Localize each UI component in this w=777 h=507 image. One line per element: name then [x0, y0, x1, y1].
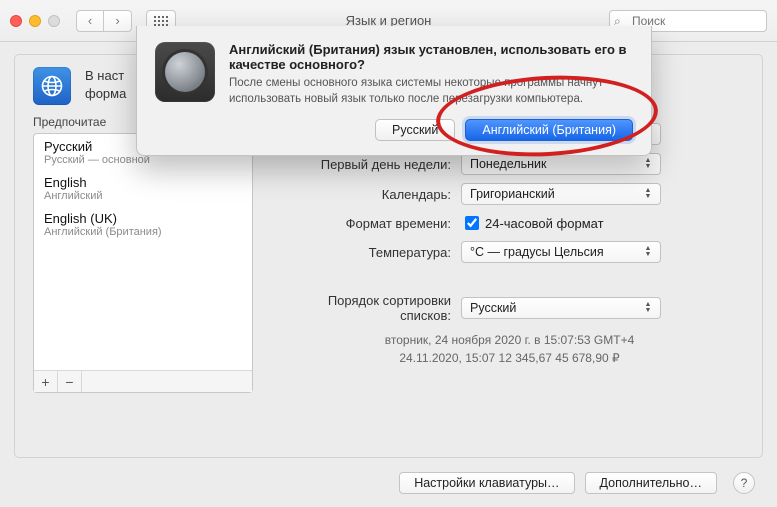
firstday-value: Понедельник [470, 157, 547, 171]
chevron-updown-icon: ▲▼ [640, 154, 656, 174]
left-column: Предпочитае Русский Русский — основной E… [33, 115, 253, 393]
intro-line2-visible: форма [85, 86, 126, 101]
dialog-primary-button[interactable]: Английский (Британия) [465, 119, 633, 141]
language-name: English (UK) [44, 211, 242, 226]
language-list-footer: + − [34, 370, 252, 392]
sample-line1: вторник, 24 ноября 2020 г. в 15:07:53 GM… [275, 331, 744, 349]
calendar-value: Григорианский [470, 187, 555, 201]
temperature-row: Температура: °C — градусы Цельсия ▲▼ [275, 241, 744, 263]
temperature-label: Температура: [275, 245, 461, 260]
chevron-updown-icon: ▲▼ [640, 242, 656, 262]
columns: Предпочитае Русский Русский — основной E… [33, 115, 744, 393]
sortorder-select[interactable]: Русский ▲▼ [461, 297, 661, 319]
chevron-updown-icon: ▲▼ [640, 184, 656, 204]
remove-language-button[interactable]: − [58, 371, 82, 392]
format-sample: вторник, 24 ноября 2020 г. в 15:07:53 GM… [275, 331, 744, 367]
close-window-button[interactable] [10, 15, 22, 27]
timeformat-checkbox[interactable] [465, 216, 479, 230]
calendar-select[interactable]: Григорианский ▲▼ [461, 183, 661, 205]
language-name: English [44, 175, 242, 190]
dialog-text: Английский (Британия) язык установлен, и… [229, 42, 633, 141]
temperature-select[interactable]: °C — градусы Цельсия ▲▼ [461, 241, 661, 263]
globe-icon [33, 67, 71, 105]
help-button[interactable]: ? [733, 472, 755, 494]
firstday-label: Первый день недели: [275, 157, 461, 172]
chevron-updown-icon: ▲▼ [640, 298, 656, 318]
timeformat-value: 24-часовой формат [485, 216, 604, 231]
keyboard-settings-button[interactable]: Настройки клавиатуры… [399, 472, 574, 494]
language-sub: Английский (Британия) [44, 226, 242, 238]
timeformat-row: Формат времени: 24-часовой формат [275, 213, 744, 233]
minimize-window-button[interactable] [29, 15, 41, 27]
language-listbox: Русский Русский — основной English Англи… [33, 133, 253, 393]
advanced-button[interactable]: Дополнительно… [585, 472, 717, 494]
temperature-value: °C — градусы Цельсия [470, 245, 604, 259]
zoom-window-button[interactable] [48, 15, 60, 27]
dialog-body: После смены основного языка системы неко… [229, 76, 633, 107]
primary-language-dialog: Английский (Британия) язык установлен, и… [136, 26, 652, 156]
dialog-title: Английский (Британия) язык установлен, и… [229, 42, 633, 72]
grid-icon [154, 16, 168, 26]
syspref-gear-icon [155, 42, 215, 102]
sample-line2: 24.11.2020, 15:07 12 345,67 45 678,90 ₽ [275, 349, 744, 367]
sortorder-label: Порядок сортировки списков: [275, 293, 461, 323]
firstday-select[interactable]: Понедельник ▲▼ [461, 153, 661, 175]
list-item[interactable]: English Английский [34, 170, 252, 206]
nav-buttons: ‹ › [76, 10, 132, 32]
traffic-lights [10, 15, 60, 27]
calendar-row: Календарь: Григорианский ▲▼ [275, 183, 744, 205]
timeformat-label: Формат времени: [275, 216, 461, 231]
intro-line1-visible: В наст [85, 68, 124, 83]
firstday-row: Первый день недели: Понедельник ▲▼ [275, 153, 744, 175]
dialog-cancel-button[interactable]: Русский [375, 119, 455, 141]
forward-button[interactable]: › [104, 10, 132, 32]
calendar-label: Календарь: [275, 187, 461, 202]
sortorder-value: Русский [470, 301, 516, 315]
sortorder-row: Порядок сортировки списков: Русский ▲▼ [275, 293, 744, 323]
list-item[interactable]: English (UK) Английский (Британия) [34, 206, 252, 242]
language-sub: Английский [44, 190, 242, 202]
language-list[interactable]: Русский Русский — основной English Англи… [34, 134, 252, 370]
bottom-bar: Настройки клавиатуры… Дополнительно… ? [0, 468, 777, 494]
dialog-buttons: Русский Английский (Британия) [229, 119, 633, 141]
back-button[interactable]: ‹ [76, 10, 104, 32]
add-language-button[interactable]: + [34, 371, 58, 392]
